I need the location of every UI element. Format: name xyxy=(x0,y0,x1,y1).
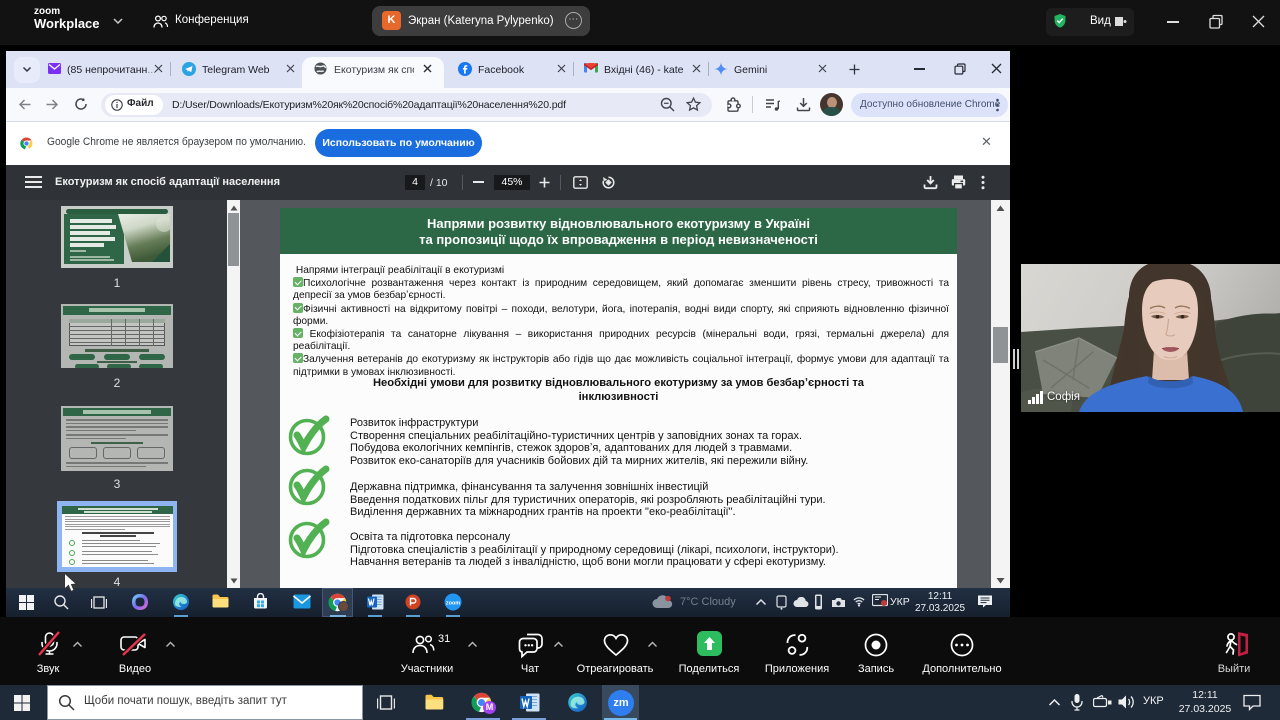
svg-text:zoom: zoom xyxy=(446,601,460,607)
